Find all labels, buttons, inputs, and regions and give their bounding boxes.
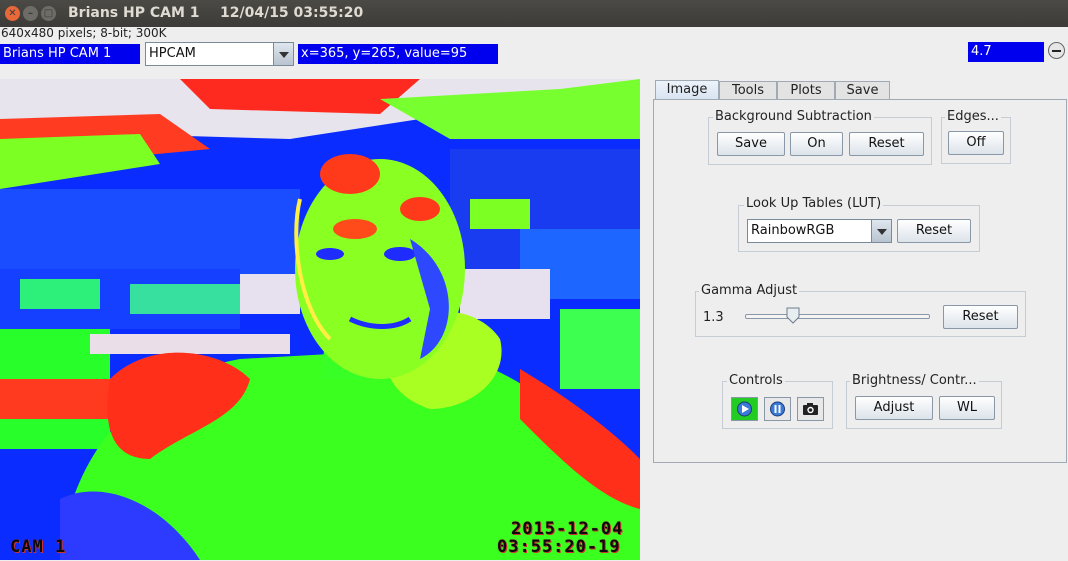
gamma-slider-thumb[interactable] xyxy=(786,307,800,324)
osd-time: 03:55:20-19 xyxy=(497,537,621,557)
edges-title: Edges... xyxy=(945,109,1001,124)
window-level-button[interactable]: WL xyxy=(939,396,995,420)
background-reset-button[interactable]: Reset xyxy=(849,132,924,156)
play-icon[interactable] xyxy=(731,397,758,421)
window-datetime: 12/04/15 03:55:20 xyxy=(220,5,364,21)
minimize-icon[interactable]: – xyxy=(23,6,38,21)
osd-camera-label: CAM 1 xyxy=(10,537,67,557)
pixel-readout: x=365, y=265, value=95 xyxy=(298,44,498,64)
brightness-title: Brightness/ Contr... xyxy=(850,373,979,388)
window-title: Brians HP CAM 1 xyxy=(68,5,200,21)
camera-select-value: HPCAM xyxy=(149,46,196,61)
tab-save[interactable]: Save xyxy=(835,81,890,100)
tab-image[interactable]: Image xyxy=(655,80,719,100)
edges-off-button[interactable]: Off xyxy=(948,131,1004,155)
camera-image xyxy=(0,79,640,560)
lut-reset-button[interactable]: Reset xyxy=(897,219,971,243)
gamma-reset-button[interactable]: Reset xyxy=(943,305,1018,329)
camera-name-field[interactable]: Brians HP CAM 1 xyxy=(0,44,140,64)
chevron-down-icon[interactable] xyxy=(871,220,891,242)
gamma-value: 1.3 xyxy=(703,310,724,325)
maximize-icon[interactable]: □ xyxy=(41,6,56,21)
chevron-down-icon[interactable] xyxy=(273,43,293,65)
camera-select[interactable]: HPCAM xyxy=(145,42,294,66)
background-subtraction-title: Background Subtraction xyxy=(713,109,874,124)
tab-plots[interactable]: Plots xyxy=(777,81,835,100)
close-icon[interactable]: ✕ xyxy=(5,6,20,21)
camera-icon[interactable] xyxy=(797,397,824,421)
window-title-bar: ✕ – □ Brians HP CAM 1 12/04/15 03:55:20 xyxy=(0,0,1068,27)
tab-tools[interactable]: Tools xyxy=(719,81,777,100)
lut-select-value: RainbowRGB xyxy=(751,223,835,238)
gamma-slider[interactable] xyxy=(745,314,930,319)
lut-title: Look Up Tables (LUT) xyxy=(744,196,884,211)
zoom-out-icon[interactable] xyxy=(1048,42,1065,59)
image-info: 640x480 pixels; 8-bit; 300K xyxy=(1,26,167,40)
camera-view[interactable]: CAM 1 2015-12-04 03:55:20-19 xyxy=(0,79,640,560)
background-save-button[interactable]: Save xyxy=(717,132,785,156)
brightness-adjust-button[interactable]: Adjust xyxy=(855,396,933,420)
osd-date: 2015-12-04 xyxy=(511,519,624,539)
pause-icon[interactable] xyxy=(764,397,791,421)
gamma-title: Gamma Adjust xyxy=(699,283,800,298)
zoom-field[interactable]: 4.7 xyxy=(968,42,1044,62)
controls-title: Controls xyxy=(727,373,785,388)
background-on-button[interactable]: On xyxy=(790,132,843,156)
lut-select[interactable]: RainbowRGB xyxy=(747,219,892,243)
